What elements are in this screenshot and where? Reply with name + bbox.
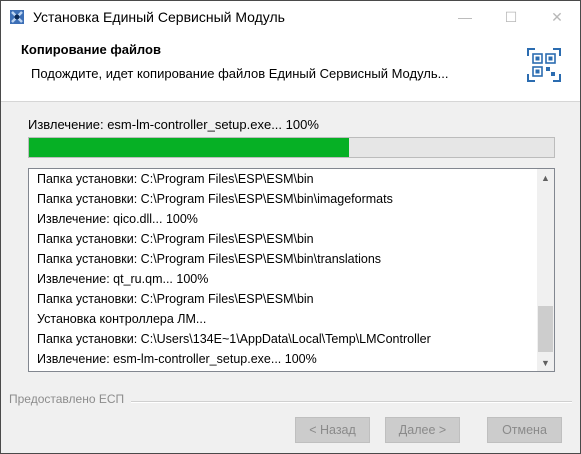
maximize-button[interactable]: ☐ [488, 1, 534, 33]
branding-text: Предоставлено ЕСП [9, 392, 129, 406]
log-line: Папка установки: C:\Program Files\ESP\ES… [37, 252, 382, 266]
log-line: Извлечение: esm-lm-controller_setup.exe.… [37, 352, 317, 366]
log-line: Извлечение: qt_ru.qm... 100% [37, 272, 209, 286]
window-title: Установка Единый Сервисный Модуль [33, 9, 285, 25]
page-subtitle: Подождите, идет копирование файлов Едины… [31, 66, 449, 81]
app-icon [10, 10, 24, 24]
wizard-content: Извлечение: esm-lm-controller_setup.exe.… [1, 102, 580, 372]
log-scrollbar[interactable]: ▲ ▼ [537, 169, 554, 371]
log-line: Установка контроллера ЛМ... [37, 312, 207, 326]
scroll-up-arrow-icon[interactable]: ▲ [537, 169, 554, 186]
cancel-button[interactable]: Отмена [487, 417, 562, 443]
log-line: Папка установки: C:\Program Files\ESP\ES… [37, 192, 393, 206]
scroll-thumb[interactable] [538, 306, 553, 352]
back-button[interactable]: < Назад [295, 417, 370, 443]
log-line: Папка установки: C:\Program Files\ESP\ES… [37, 292, 314, 306]
esm-logo-icon [527, 48, 561, 82]
details-log[interactable]: Папка установки: C:\Program Files\ESP\ES… [28, 168, 555, 372]
next-button[interactable]: Далее > [385, 417, 460, 443]
log-line: Папка установки: C:\Program Files\ESP\ES… [37, 232, 314, 246]
close-button[interactable]: ✕ [534, 1, 580, 33]
installer-window: Установка Единый Сервисный Модуль — ☐ ✕ … [0, 0, 581, 454]
wizard-header: Копирование файлов Подождите, идет копир… [1, 33, 580, 102]
progress-fill [29, 138, 350, 157]
title-bar[interactable]: Установка Единый Сервисный Модуль — ☐ ✕ [1, 1, 580, 33]
log-line: Извлечение: qico.dll... 100% [37, 212, 198, 226]
log-lines: Папка установки: C:\Program Files\ESP\ES… [37, 169, 534, 369]
copy-progress-bar [28, 137, 555, 158]
wizard-footer: Предоставлено ЕСП < Назад Далее > Отмена [1, 382, 580, 453]
page-title: Копирование файлов [21, 42, 161, 57]
scroll-down-arrow-icon[interactable]: ▼ [537, 354, 554, 371]
branding-divider [131, 401, 572, 403]
log-line: Папка установки: C:\Users\134E~1\AppData… [37, 332, 431, 346]
minimize-button[interactable]: — [442, 1, 488, 33]
progress-status-label: Извлечение: esm-lm-controller_setup.exe.… [28, 117, 319, 132]
log-line: Папка установки: C:\Program Files\ESP\ES… [37, 172, 314, 186]
